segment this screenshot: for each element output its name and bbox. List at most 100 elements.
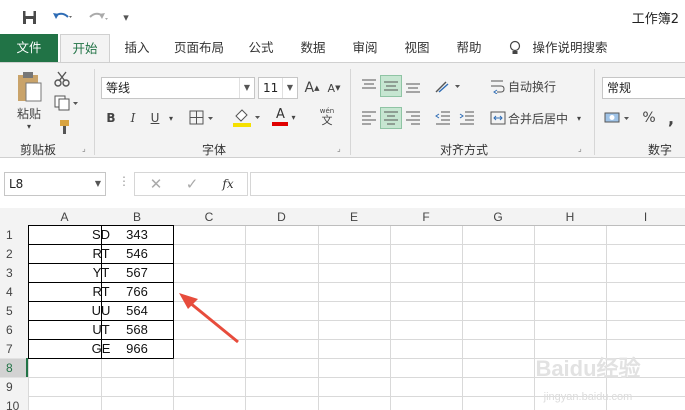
customize-qat-button[interactable]: ▾ <box>118 6 134 28</box>
wrap-text-icon[interactable] <box>488 75 508 97</box>
orientation-icon[interactable] <box>432 75 466 97</box>
number-format-value: 常规 <box>607 81 632 95</box>
cancel-icon[interactable]: ✕ <box>146 174 166 194</box>
tab-help[interactable]: 帮助 <box>448 34 490 62</box>
enter-icon[interactable]: ✓ <box>182 174 202 194</box>
copy-icon[interactable] <box>52 93 82 113</box>
increase-indent-icon[interactable] <box>456 107 478 129</box>
cell-b2[interactable]: 546 <box>126 246 148 261</box>
tab-insert[interactable]: 插入 <box>116 34 158 62</box>
chevron-down-icon[interactable]: ▾ <box>572 107 586 129</box>
bold-button[interactable]: B <box>102 107 120 129</box>
align-bottom-icon[interactable] <box>402 75 424 97</box>
row-header-6[interactable]: 6 <box>6 323 13 337</box>
column-header-g[interactable]: G <box>493 210 502 224</box>
chevron-down-icon[interactable]: ▼ <box>239 78 254 98</box>
cell-b4[interactable]: 766 <box>126 284 148 299</box>
paste-button[interactable]: 粘贴 <box>10 105 48 121</box>
row-header-4[interactable]: 4 <box>6 285 13 299</box>
font-launcher-icon[interactable]: ⌟ <box>337 145 345 153</box>
divider <box>594 69 595 155</box>
row-header-5[interactable]: 5 <box>6 304 13 318</box>
column-header-f[interactable]: F <box>422 210 429 224</box>
percent-button[interactable]: % <box>640 107 658 129</box>
worksheet-grid[interactable]: ABCDEFGHI 12345678910 SD343RT546YT567RT7… <box>0 208 685 410</box>
row-header-1[interactable]: 1 <box>6 228 13 242</box>
chevron-down-icon[interactable]: ▼ <box>282 78 297 98</box>
ribbon-tabs: 文件 开始 插入 页面布局 公式 数据 审阅 视图 帮助 操作说明搜索 <box>0 34 685 62</box>
chevron-down-icon[interactable]: ▼ <box>91 173 105 195</box>
chevron-down-icon[interactable]: ▾ <box>164 107 178 129</box>
accounting-format-icon[interactable] <box>602 107 636 129</box>
tab-data[interactable]: 数据 <box>292 34 334 62</box>
borders-button[interactable] <box>188 107 218 129</box>
merge-center-icon[interactable] <box>488 107 508 129</box>
watermark-text: Baidu经验 <box>535 356 640 381</box>
column-header-d[interactable]: D <box>277 210 286 224</box>
paste-icon[interactable] <box>10 69 48 105</box>
column-header-h[interactable]: H <box>566 210 575 224</box>
cell-b3[interactable]: 567 <box>126 265 148 280</box>
tab-file[interactable]: 文件 <box>0 34 58 62</box>
formula-bar-grip: ⋮ <box>118 174 130 188</box>
alignment-launcher-icon[interactable]: ⌟ <box>578 145 586 153</box>
grow-font-button[interactable]: A ▲ <box>302 77 322 99</box>
align-top-icon[interactable] <box>358 75 380 97</box>
formula-input[interactable] <box>250 172 685 196</box>
paste-dropdown[interactable]: ▾ <box>22 121 36 131</box>
decrease-indent-icon[interactable] <box>432 107 454 129</box>
tab-home[interactable]: 开始 <box>60 34 110 62</box>
tab-formulas[interactable]: 公式 <box>240 34 282 62</box>
merge-center-button[interactable]: 合并后居中 <box>508 107 570 129</box>
column-header-i[interactable]: I <box>644 210 647 224</box>
cut-icon[interactable] <box>52 69 72 89</box>
shrink-font-button[interactable]: A ▼ <box>324 77 344 99</box>
lightbulb-icon <box>506 34 524 62</box>
cell-b7[interactable]: 966 <box>126 341 148 356</box>
save-icon[interactable] <box>18 6 40 28</box>
font-size-combo[interactable]: 11 ▼ <box>258 77 298 99</box>
tab-page-layout[interactable]: 页面布局 <box>168 34 230 62</box>
number-format-combo[interactable]: 常规 <box>602 77 685 99</box>
align-left-icon[interactable] <box>358 107 380 129</box>
row-header-8[interactable]: 8 <box>6 361 13 375</box>
tell-me-search[interactable]: 操作说明搜索 <box>530 34 610 62</box>
align-middle-icon[interactable] <box>380 75 402 97</box>
row-header-3[interactable]: 3 <box>6 266 13 280</box>
underline-button[interactable]: U <box>146 107 164 129</box>
row-header-9[interactable]: 9 <box>6 380 13 394</box>
cell-b6[interactable]: 568 <box>126 322 148 337</box>
formula-bar: L8 ▼ ⋮ ✕ ✓ fx <box>0 158 685 208</box>
row-header-10[interactable]: 10 <box>6 399 20 410</box>
phonetic-guide-button[interactable]: wén 文 <box>308 103 346 131</box>
column-header-a[interactable]: A <box>60 210 68 224</box>
fill-color-icon[interactable] <box>230 105 266 129</box>
cell-b5[interactable]: 564 <box>126 303 148 318</box>
font-group-label: 字体 <box>202 143 227 157</box>
row-header-7[interactable]: 7 <box>6 342 13 356</box>
column-header-b[interactable]: B <box>133 210 141 224</box>
cell-b1[interactable]: 343 <box>126 227 148 242</box>
align-center-icon[interactable] <box>380 107 402 129</box>
comma-button[interactable]: , <box>662 107 680 129</box>
clipboard-launcher-icon[interactable]: ⌟ <box>82 145 90 153</box>
insert-function-icon[interactable]: fx <box>218 174 238 194</box>
row-header-2[interactable]: 2 <box>6 247 13 261</box>
wrap-text-button[interactable]: 自动换行 <box>508 75 558 97</box>
redo-icon[interactable] <box>84 6 112 28</box>
divider <box>94 69 95 155</box>
divider <box>350 69 351 155</box>
column-header-e[interactable]: E <box>350 210 358 224</box>
font-color-button[interactable]: A ▾ <box>268 105 300 129</box>
active-row-header <box>0 358 28 378</box>
format-painter-icon[interactable] <box>52 117 72 137</box>
undo-icon[interactable] <box>48 6 76 28</box>
tab-review[interactable]: 审阅 <box>344 34 386 62</box>
name-box[interactable]: L8 ▼ <box>4 172 106 196</box>
column-header-c[interactable]: C <box>205 210 214 224</box>
align-right-icon[interactable] <box>402 107 424 129</box>
alignment-group-label: 对齐方式 <box>440 143 489 157</box>
tab-view[interactable]: 视图 <box>396 34 438 62</box>
font-name-combo[interactable]: 等线 ▼ <box>101 77 255 99</box>
italic-button[interactable]: I <box>124 107 142 129</box>
